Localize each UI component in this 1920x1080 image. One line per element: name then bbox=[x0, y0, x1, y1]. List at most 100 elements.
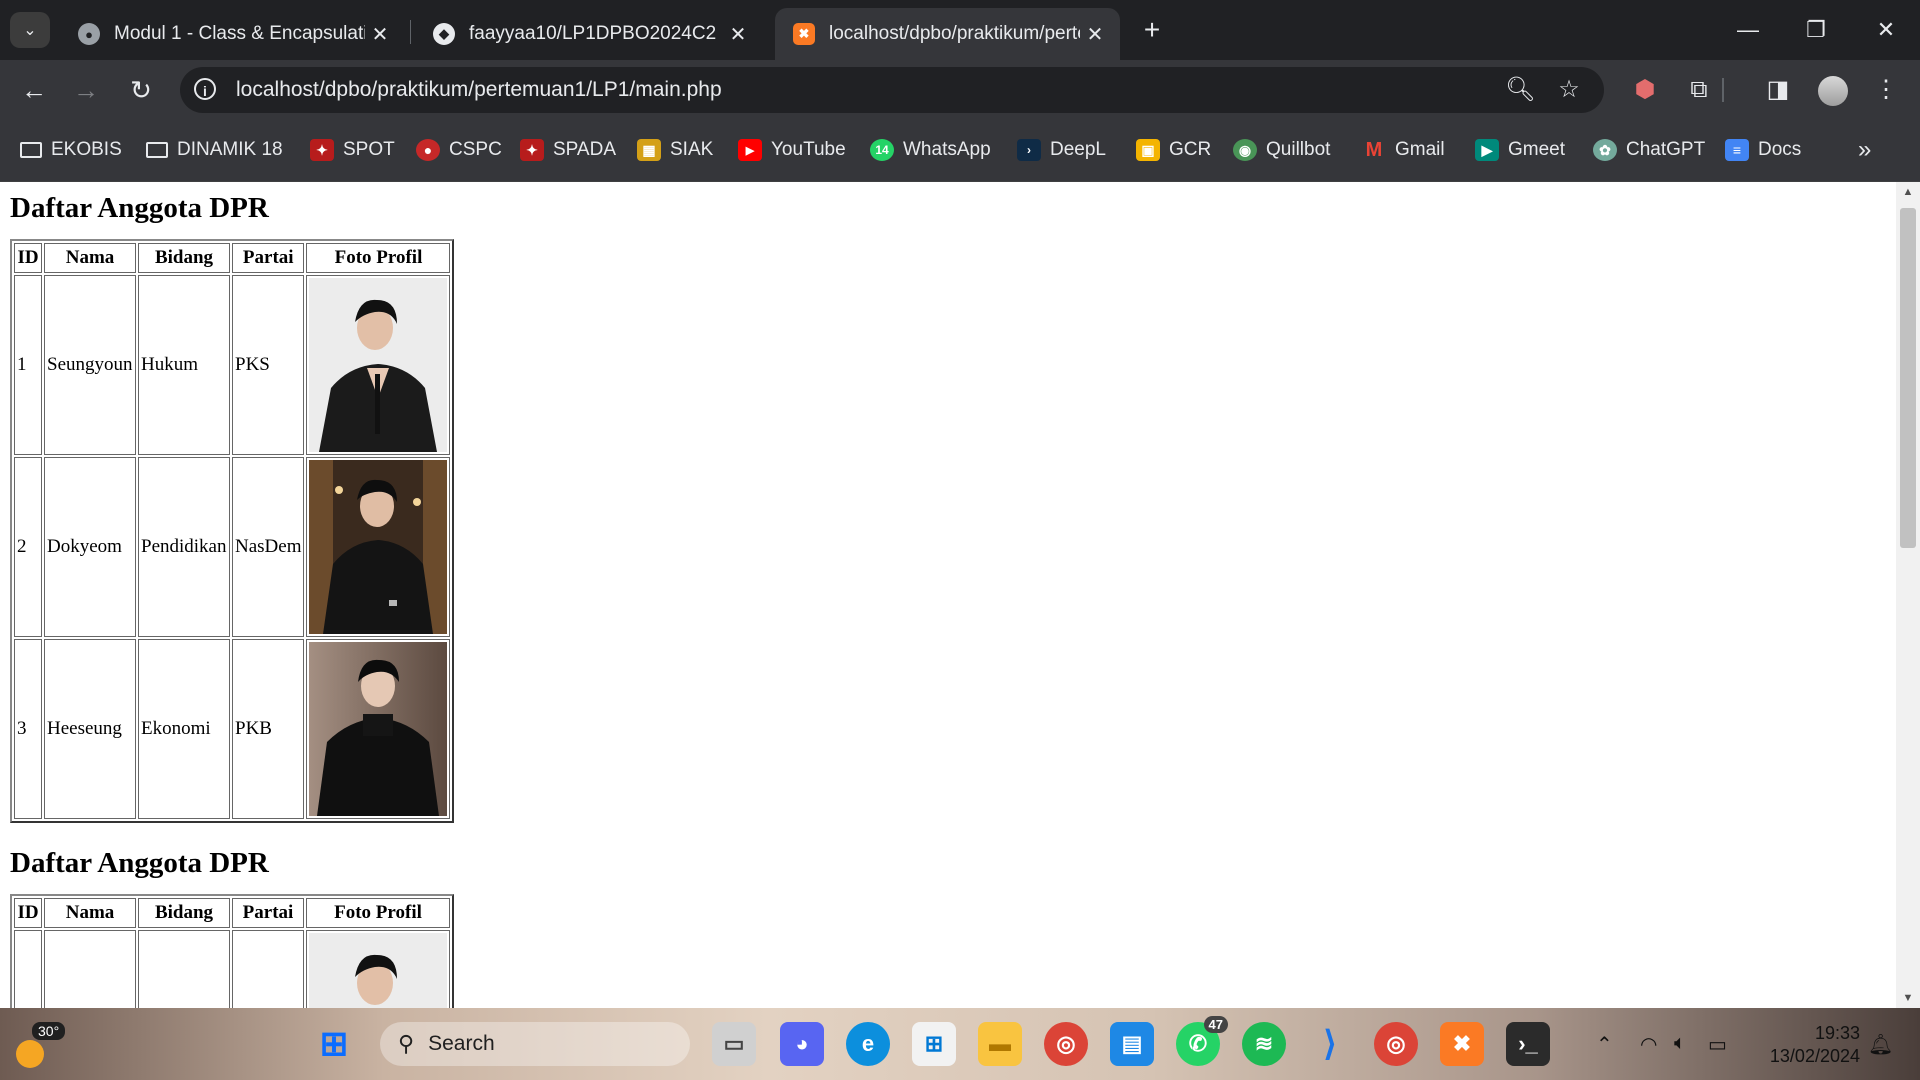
cell-nama: Seungyoun bbox=[44, 275, 136, 455]
more-bookmarks-icon[interactable]: » bbox=[1858, 136, 1871, 164]
zoom-icon[interactable]: 🔍︎ bbox=[1505, 75, 1535, 105]
bookmark-chatgpt[interactable]: ✿ ChatGPT bbox=[1593, 137, 1705, 163]
chrome-active-icon[interactable]: ◎ bbox=[1374, 1022, 1418, 1066]
cell-partai: PKB bbox=[232, 639, 305, 819]
cell-bidang: Ekonomi bbox=[138, 639, 230, 819]
scroll-thumb[interactable] bbox=[1900, 208, 1916, 548]
weather-widget[interactable]: 30° bbox=[12, 1020, 66, 1070]
whatsapp-badge: 47 bbox=[1203, 1016, 1228, 1033]
bookmarks-bar: EKOBIS DINAMIK 18 ✦ SPOT ● CSPC ✦ SPADA ▦ SI… bbox=[0, 120, 1920, 182]
battery-icon[interactable]: ▭ bbox=[1708, 1032, 1727, 1057]
profile-photo bbox=[309, 460, 448, 634]
github-icon: ◆ bbox=[433, 23, 455, 45]
col-header-nama: Nama bbox=[44, 898, 136, 928]
edge-icon[interactable]: e bbox=[846, 1022, 890, 1066]
bookmark-docs[interactable]: ≡ Docs bbox=[1725, 137, 1801, 163]
close-tab-icon[interactable]: ✕ bbox=[1080, 22, 1110, 47]
tray-chevron-icon[interactable]: ⌃ bbox=[1596, 1032, 1613, 1057]
taskbar-clock[interactable]: 19:33 13/02/2024 bbox=[1740, 1022, 1860, 1068]
cell-foto bbox=[306, 457, 451, 637]
col-header-foto: Foto Profil bbox=[306, 898, 450, 928]
tab-divider bbox=[410, 20, 411, 44]
terminal-icon[interactable]: ›_ bbox=[1506, 1022, 1550, 1066]
scroll-up-arrow[interactable]: ▲ bbox=[1896, 186, 1920, 198]
dpr-table: ID Nama Bidang Partai Foto Profil 1 Seun… bbox=[10, 239, 455, 823]
start-button[interactable]: ⊞ bbox=[312, 1022, 356, 1066]
forward-button[interactable]: → bbox=[66, 70, 106, 110]
cell-id: 1 bbox=[14, 275, 42, 455]
notification-bell-icon[interactable]: 🔔︎ bbox=[1868, 1032, 1893, 1057]
bookmark-whatsapp[interactable]: 14 WhatsApp bbox=[870, 137, 991, 163]
whatsapp-icon: 14 bbox=[870, 139, 894, 161]
close-tab-icon[interactable]: ✕ bbox=[365, 22, 395, 47]
tab-localhost[interactable]: ✖ localhost/dpbo/praktikum/pertemuan1/LP… bbox=[775, 8, 1120, 60]
volume-icon[interactable]: 🔈︎ bbox=[1674, 1032, 1686, 1055]
page-heading-repeat: Daftar Anggota DPR bbox=[10, 847, 269, 879]
bookmark-ekobis[interactable]: EKOBIS bbox=[20, 137, 122, 163]
quillbot-icon: ◉ bbox=[1233, 139, 1257, 161]
profile-photo bbox=[309, 933, 447, 1008]
menu-kebab-icon[interactable]: ⋮ bbox=[1870, 74, 1902, 106]
task-view-icon[interactable]: ▭ bbox=[712, 1022, 756, 1066]
bookmark-siak[interactable]: ▦ SIAK bbox=[637, 137, 713, 163]
minimize-button[interactable]: — bbox=[1714, 0, 1782, 60]
table-row: 3 Heeseung Ekonomi PKB bbox=[14, 639, 451, 819]
extensions-icon[interactable]: ⧉ bbox=[1683, 74, 1715, 106]
folder-icon bbox=[20, 142, 42, 158]
cell-nama: Heeseung bbox=[44, 639, 136, 819]
col-header-id: ID bbox=[14, 243, 42, 273]
reload-button[interactable]: ↻ bbox=[121, 70, 161, 110]
spotify-icon[interactable]: ≋ bbox=[1242, 1022, 1286, 1066]
xampp-taskbar-icon[interactable]: ✖ bbox=[1440, 1022, 1484, 1066]
close-tab-icon[interactable]: ✕ bbox=[723, 22, 753, 47]
restore-button[interactable]: ❐ bbox=[1782, 0, 1850, 60]
scroll-down-arrow[interactable]: ▼ bbox=[1896, 992, 1920, 1004]
whatsapp-taskbar-icon[interactable]: ✆ 47 bbox=[1176, 1016, 1228, 1066]
tab-modul[interactable]: ● Modul 1 - Class & Encapsulation ✕ bbox=[60, 8, 405, 60]
vertical-scrollbar[interactable]: ▲ ▼ bbox=[1896, 182, 1920, 1008]
back-button[interactable]: ← bbox=[14, 70, 54, 110]
col-header-bidang: Bidang bbox=[138, 243, 230, 273]
wifi-icon[interactable]: ◠ bbox=[1640, 1032, 1657, 1057]
vscode-icon[interactable]: ⟩ bbox=[1308, 1022, 1352, 1066]
bookmark-dinamik[interactable]: DINAMIK 18 bbox=[146, 137, 283, 163]
cell-bidang: Hukum bbox=[138, 275, 230, 455]
address-bar[interactable]: i localhost/dpbo/praktikum/pertemuan1/LP… bbox=[180, 67, 1604, 113]
url-text[interactable]: localhost/dpbo/praktikum/pertemuan1/LP1/… bbox=[236, 78, 722, 102]
col-header-partai: Partai bbox=[232, 243, 305, 273]
cell-partai: PKS bbox=[232, 275, 305, 455]
cell-foto bbox=[306, 930, 450, 1008]
tab-search-button[interactable]: ⌄ bbox=[10, 12, 50, 48]
bookmark-spot[interactable]: ✦ SPOT bbox=[310, 137, 395, 163]
profile-photo bbox=[309, 278, 448, 452]
tab-github[interactable]: ◆ faayyaa10/LP1DPBO2024C2 ✕ bbox=[415, 8, 763, 60]
chrome-icon[interactable]: ◎ bbox=[1044, 1022, 1088, 1066]
col-header-id: ID bbox=[14, 898, 42, 928]
store-icon[interactable]: ⊞ bbox=[912, 1022, 956, 1066]
bookmark-spada[interactable]: ✦ SPADA bbox=[520, 137, 616, 163]
cell-id: 2 bbox=[14, 457, 42, 637]
shield-extension-icon[interactable]: ⬢ bbox=[1629, 74, 1661, 106]
close-window-button[interactable]: ✕ bbox=[1852, 0, 1920, 60]
spada-icon: ✦ bbox=[520, 139, 544, 161]
side-panel-icon[interactable]: ◨ bbox=[1762, 74, 1794, 106]
bookmark-cspc[interactable]: ● CSPC bbox=[416, 137, 502, 163]
browser-toolbar: ← → ↻ i localhost/dpbo/praktikum/pertemu… bbox=[0, 60, 1920, 120]
bookmark-star-icon[interactable]: ☆ bbox=[1554, 75, 1584, 105]
taskbar-search[interactable]: ⚲ Search bbox=[380, 1022, 690, 1066]
bookmark-deepl[interactable]: › DeepL bbox=[1017, 137, 1106, 163]
bookmark-quillbot[interactable]: ◉ Quillbot bbox=[1233, 137, 1330, 163]
bookmark-youtube[interactable]: ▶ YouTube bbox=[738, 137, 846, 163]
notepad-icon[interactable]: ▤ bbox=[1110, 1022, 1154, 1066]
file-explorer-icon[interactable]: ▬ bbox=[978, 1022, 1022, 1066]
site-info-icon[interactable]: i bbox=[194, 78, 216, 100]
new-tab-button[interactable]: + bbox=[1136, 14, 1168, 46]
bookmark-gmeet[interactable]: ▶ Gmeet bbox=[1475, 137, 1565, 163]
bookmark-gmail[interactable]: M Gmail bbox=[1362, 137, 1445, 163]
profile-avatar[interactable] bbox=[1818, 76, 1848, 106]
bookmark-gcr[interactable]: ▣ GCR bbox=[1136, 137, 1211, 163]
chatgpt-icon: ✿ bbox=[1593, 139, 1617, 161]
discord-icon[interactable]: ◕ bbox=[780, 1022, 824, 1066]
cspc-icon: ● bbox=[416, 139, 440, 161]
weather-icon bbox=[16, 1040, 44, 1068]
